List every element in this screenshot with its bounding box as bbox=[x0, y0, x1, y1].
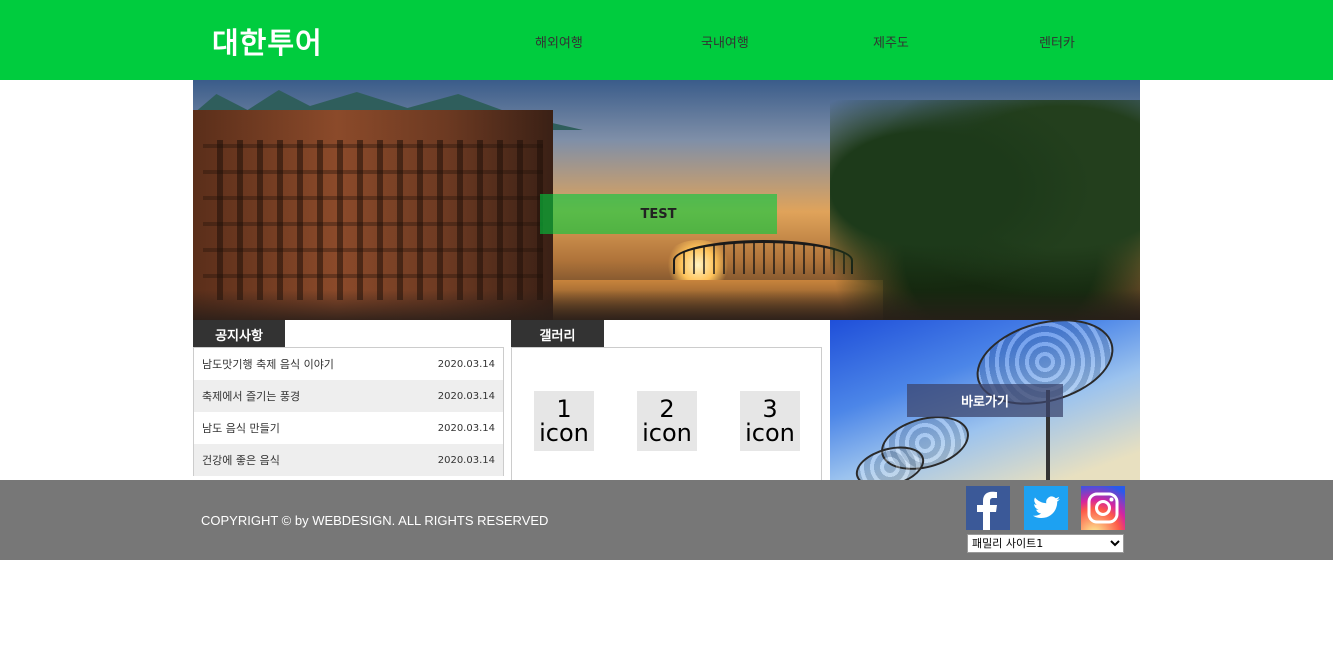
gallery-icon-number: 1 bbox=[556, 395, 572, 423]
twitter-icon[interactable] bbox=[1024, 486, 1068, 530]
list-item[interactable]: 남도 음식 만들기 2020.03.14 bbox=[194, 412, 503, 444]
site-header: 대한투어 해외여행 국내여행 제주도 렌터카 bbox=[0, 0, 1333, 80]
notice-date: 2020.03.14 bbox=[437, 390, 495, 402]
gallery-box: 1 icon 2 icon 3 icon bbox=[511, 347, 822, 480]
gallery-tab[interactable]: 갤러리 bbox=[511, 320, 604, 348]
notice-date: 2020.03.14 bbox=[437, 454, 495, 466]
notice-title: 건강에 좋은 음식 bbox=[202, 454, 280, 467]
hero-bridge bbox=[673, 240, 853, 274]
nav-item-rentacar[interactable]: 렌터카 bbox=[1039, 32, 1075, 51]
list-item[interactable]: 축제에서 즐기는 풍경 2020.03.14 bbox=[194, 380, 503, 412]
gallery-icon-2[interactable]: 2 icon bbox=[637, 391, 697, 451]
gallery-panel: 갤러리 1 icon 2 icon 3 icon bbox=[511, 320, 822, 480]
list-item[interactable]: 건강에 좋은 음식 2020.03.14 bbox=[194, 444, 503, 476]
facebook-icon[interactable] bbox=[966, 486, 1010, 530]
gallery-icon-number: 3 bbox=[762, 395, 778, 423]
notice-title: 남도맛기행 축제 음식 이야기 bbox=[202, 358, 334, 371]
hero-building-windows bbox=[203, 140, 543, 300]
notice-panel: 공지사항 남도맛기행 축제 음식 이야기 2020.03.14 축제에서 즐기는… bbox=[193, 320, 504, 480]
notice-tab[interactable]: 공지사항 bbox=[193, 320, 285, 348]
notice-list: 남도맛기행 축제 음식 이야기 2020.03.14 축제에서 즐기는 풍경 2… bbox=[193, 347, 504, 476]
nav-item-overseas-travel[interactable]: 해외여행 bbox=[535, 32, 583, 51]
notice-title: 남도 음식 만들기 bbox=[202, 422, 280, 435]
hero-image: TEST bbox=[193, 80, 1140, 320]
notice-title: 축제에서 즐기는 풍경 bbox=[202, 390, 301, 403]
nav-item-domestic-travel[interactable]: 국내여행 bbox=[701, 32, 749, 51]
hero-test-button[interactable]: TEST bbox=[540, 194, 777, 234]
nav-item-jeju[interactable]: 제주도 bbox=[873, 32, 909, 51]
notice-date: 2020.03.14 bbox=[437, 358, 495, 370]
instagram-icon[interactable] bbox=[1081, 486, 1125, 530]
gallery-icon-3[interactable]: 3 icon bbox=[740, 391, 800, 451]
gallery-icon-word: icon bbox=[745, 419, 795, 447]
hero-road bbox=[193, 290, 1140, 320]
gallery-icon-1[interactable]: 1 icon bbox=[534, 391, 594, 451]
gallery-icon-word: icon bbox=[539, 419, 589, 447]
shortcut-button[interactable]: 바로가기 bbox=[907, 384, 1063, 417]
banner-image: 바로가기 bbox=[830, 320, 1140, 480]
notice-date: 2020.03.14 bbox=[437, 422, 495, 434]
site-footer: COPYRIGHT © by WEBDESIGN. ALL RIGHTS RES… bbox=[0, 480, 1333, 560]
logo[interactable]: 대한투어 bbox=[212, 20, 323, 62]
gallery-icon-number: 2 bbox=[659, 395, 675, 423]
family-site-select[interactable]: 패밀리 사이트1 bbox=[967, 534, 1124, 553]
copyright-text: COPYRIGHT © by WEBDESIGN. ALL RIGHTS RES… bbox=[201, 513, 549, 528]
gallery-icon-word: icon bbox=[642, 419, 692, 447]
list-item[interactable]: 남도맛기행 축제 음식 이야기 2020.03.14 bbox=[194, 348, 503, 380]
hero-trees bbox=[830, 100, 1140, 320]
